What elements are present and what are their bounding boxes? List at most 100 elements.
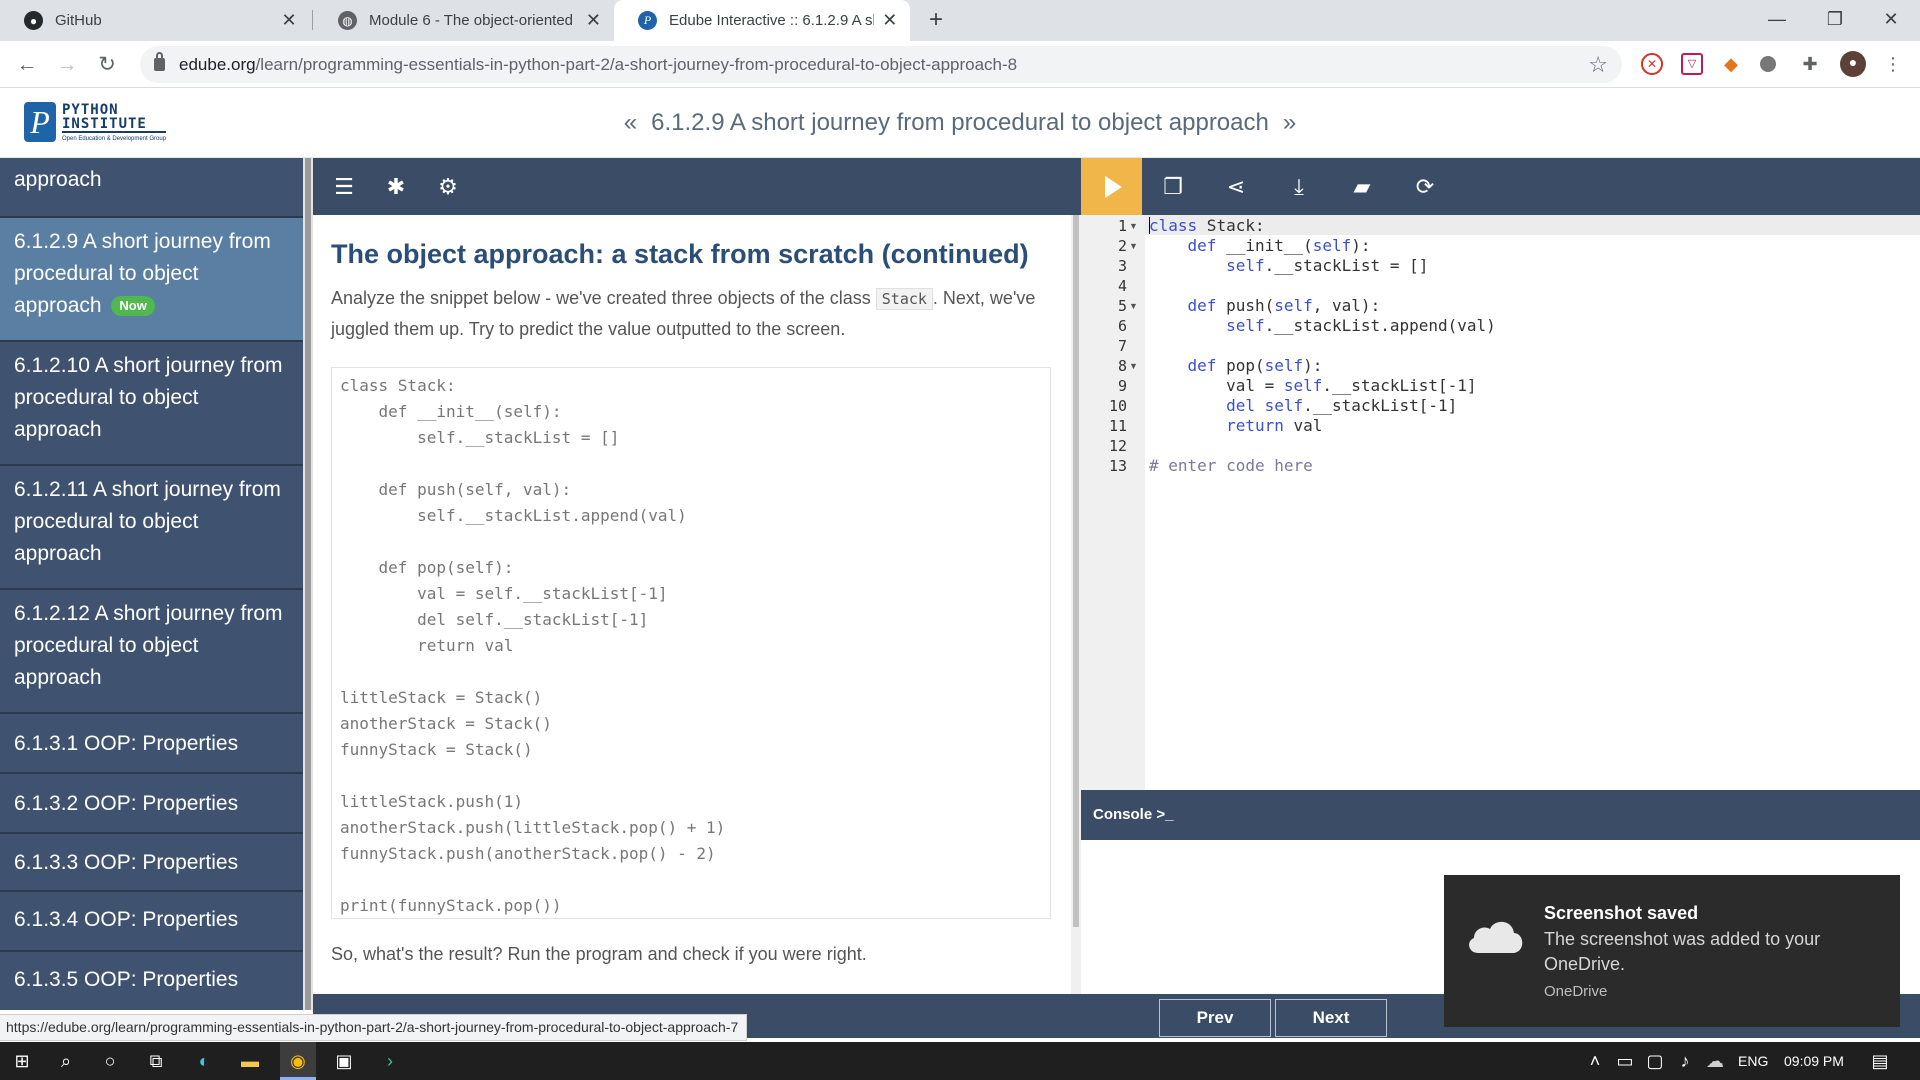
snippet-line: def __init__(self):	[340, 402, 562, 421]
reload-icon[interactable]: ↻	[90, 48, 124, 82]
sidebar-item-label: 6.1.3.3 OOP: Properties	[14, 851, 239, 874]
gear-icon[interactable]: ⚙	[435, 174, 461, 200]
scrollbar-thumb[interactable]	[305, 158, 311, 1010]
code-line[interactable]: class Stack:	[1149, 216, 1265, 235]
store-icon[interactable]: ▣	[332, 1049, 356, 1073]
console-header: Console >_	[1081, 790, 1920, 840]
sidebar-item-6-1-3-1[interactable]: 6.1.3.1 OOP: Properties	[0, 714, 303, 774]
volume-icon[interactable]: ♪	[1673, 1049, 1697, 1073]
code-line[interactable]: del self.__stackList[-1]	[1149, 396, 1457, 415]
sidebar-item-6-1-3-5[interactable]: 6.1.3.5 OOP: Properties	[0, 952, 303, 1010]
sidebar-item-6-1-2-9[interactable]: 6.1.2.9 A short journey from procedural …	[0, 218, 303, 342]
minimize-icon[interactable]: —	[1748, 0, 1806, 41]
edge-icon[interactable]: ◐	[192, 1049, 216, 1073]
chrome-icon: ◉	[290, 1051, 306, 1071]
code-line[interactable]: def pop(self):	[1149, 356, 1323, 375]
sidebar-item-6-1-2-12[interactable]: 6.1.2.12 A short journey from procedural…	[0, 590, 303, 714]
share-icon[interactable]: ⋖	[1223, 174, 1249, 200]
code-editor[interactable]: 1 ▼ 2 ▼ 3 4 5 ▼ 6 7 8 ▼ 9 10 11 12 13 class Stack: def _…	[1081, 215, 1920, 790]
tab-github[interactable]: ● GitHub ✕	[0, 0, 310, 41]
copy-icon[interactable]: ❐	[1160, 174, 1186, 200]
next-lesson-arrow[interactable]: »	[1283, 109, 1296, 137]
fold-arrow-icon[interactable]: ▼	[1129, 361, 1138, 371]
windows-start-icon[interactable]: ⊞	[10, 1049, 34, 1073]
pocket-extension-icon[interactable]: ▽	[1681, 53, 1703, 75]
prev-button[interactable]: Prev	[1159, 999, 1271, 1037]
prev-lesson-arrow[interactable]: «	[624, 109, 637, 137]
bookmark-star-icon[interactable]: ☆	[1588, 52, 1608, 78]
close-icon[interactable]: ✕	[280, 10, 298, 31]
window-close-icon[interactable]: ✕	[1862, 0, 1920, 41]
clock[interactable]: 09:09 PM	[1784, 1042, 1844, 1080]
snippet-line: anotherStack = Stack()	[340, 714, 552, 733]
snippet-line: littleStack.push(1)	[340, 792, 524, 811]
bug-icon[interactable]: ✱	[383, 174, 409, 200]
new-tab-icon[interactable]: +	[922, 6, 950, 34]
refresh-icon[interactable]: ⟳	[1412, 174, 1438, 200]
sidebar-item-6-1-3-4[interactable]: 6.1.3.4 OOP: Properties	[0, 892, 303, 952]
toast-title: Screenshot saved	[1544, 903, 1699, 923]
task-view-icon[interactable]: ⧉	[144, 1049, 168, 1073]
line-number: 7	[1117, 337, 1127, 355]
logo-line-2: INSTITUTE	[62, 117, 167, 133]
content-scrollbar[interactable]	[1071, 215, 1081, 994]
more-menu-icon[interactable]: ⋮	[1882, 53, 1904, 75]
python-institute-logo[interactable]: P PYTHON INSTITUTE Open Education & Deve…	[24, 102, 167, 142]
network-icon[interactable]: ▢	[1643, 1049, 1667, 1073]
folder-open-icon[interactable]: ▰	[1349, 174, 1375, 200]
language-indicator[interactable]: ENG	[1738, 1042, 1768, 1080]
fold-arrow-icon[interactable]: ▼	[1129, 301, 1138, 311]
scrollbar-thumb[interactable]	[1073, 215, 1079, 927]
close-icon[interactable]: ✕	[585, 10, 602, 31]
code-line[interactable]: val = self.__stackList[-1]	[1149, 376, 1476, 395]
sidebar-scrollbar[interactable]	[303, 158, 313, 1010]
file-explorer-icon[interactable]: ▬	[238, 1049, 262, 1073]
tab-edube-interactive[interactable]: P Edube Interactive :: 6.1.2.9 A shor ✕	[614, 0, 910, 41]
snippet-line: anotherStack.push(littleStack.pop() + 1)	[340, 818, 726, 837]
sidebar-item-6-1-3-2[interactable]: 6.1.3.2 OOP: Properties	[0, 774, 303, 834]
run-button[interactable]	[1081, 158, 1142, 215]
circle-extension-icon[interactable]	[1760, 56, 1776, 72]
chevron-up-icon[interactable]: ˄	[1583, 1049, 1607, 1073]
onedrive-notification[interactable]: Screenshot saved The screenshot was adde…	[1444, 875, 1900, 1027]
code-snippet: class Stack: def __init__(self): self.__…	[331, 367, 1051, 919]
download-icon[interactable]: ⤓	[1286, 174, 1312, 200]
tab-module-6[interactable]: ◍ Module 6 - The object-oriented a ✕	[314, 0, 614, 41]
profile-avatar[interactable]: ●	[1840, 51, 1866, 77]
code-line[interactable]: def push(self, val):	[1149, 296, 1381, 315]
forward-icon[interactable]: →	[50, 48, 84, 82]
sidebar-item-6-1-3-3[interactable]: 6.1.3.3 OOP: Properties	[0, 834, 303, 892]
menu-icon[interactable]: ☰	[331, 174, 357, 200]
address-bar[interactable]: edube.org/learn/programming-essentials-i…	[140, 46, 1622, 83]
close-icon[interactable]: ✕	[882, 10, 898, 31]
restore-icon[interactable]: ❐	[1806, 0, 1864, 41]
sidebar-item-6-1-2-11[interactable]: 6.1.2.11 A short journey from procedural…	[0, 466, 303, 590]
sidebar-item-6-1-2-10[interactable]: 6.1.2.10 A short journey from procedural…	[0, 342, 303, 466]
notifications-icon[interactable]: ▤	[1868, 1049, 1892, 1073]
onedrive-tray-icon[interactable]: ☁	[1703, 1049, 1727, 1073]
fold-arrow-icon[interactable]: ▼	[1129, 241, 1138, 251]
inline-code: Stack	[875, 288, 933, 310]
code-line[interactable]: # enter code here	[1149, 456, 1313, 475]
battery-icon[interactable]: ▭	[1613, 1049, 1637, 1073]
code-line[interactable]: return val	[1149, 416, 1322, 435]
code-line[interactable]: def __init__(self):	[1149, 236, 1371, 255]
puzzle-extensions-icon[interactable]: ✚	[1799, 53, 1821, 75]
code-line[interactable]: self.__stackList = []	[1149, 256, 1428, 275]
fold-arrow-icon[interactable]: ▼	[1129, 221, 1138, 231]
cortana-icon[interactable]: ○	[98, 1049, 122, 1073]
browser-tab-strip: ● GitHub ✕ ◍ Module 6 - The object-orien…	[0, 0, 1920, 41]
search-icon[interactable]: ⌕	[54, 1049, 78, 1073]
adblock-extension-icon[interactable]: ✕	[1641, 53, 1663, 75]
sidebar-item-label: 6.1.2.11 A short journey from procedural…	[14, 478, 281, 565]
back-icon[interactable]: ←	[10, 48, 44, 82]
chrome-taskbar-active[interactable]: ◉	[280, 1042, 316, 1080]
terminal-icon[interactable]: ›	[378, 1049, 402, 1073]
line-number: 2	[1117, 237, 1127, 255]
next-button[interactable]: Next	[1275, 999, 1387, 1037]
code-line[interactable]: self.__stackList.append(val)	[1149, 316, 1496, 335]
sidebar-item-previous[interactable]: approach	[0, 158, 303, 218]
snippet-line: del self.__stackList[-1]	[340, 610, 649, 629]
metamask-fox-icon[interactable]: ◆	[1720, 53, 1742, 75]
line-number: 10	[1108, 397, 1127, 415]
